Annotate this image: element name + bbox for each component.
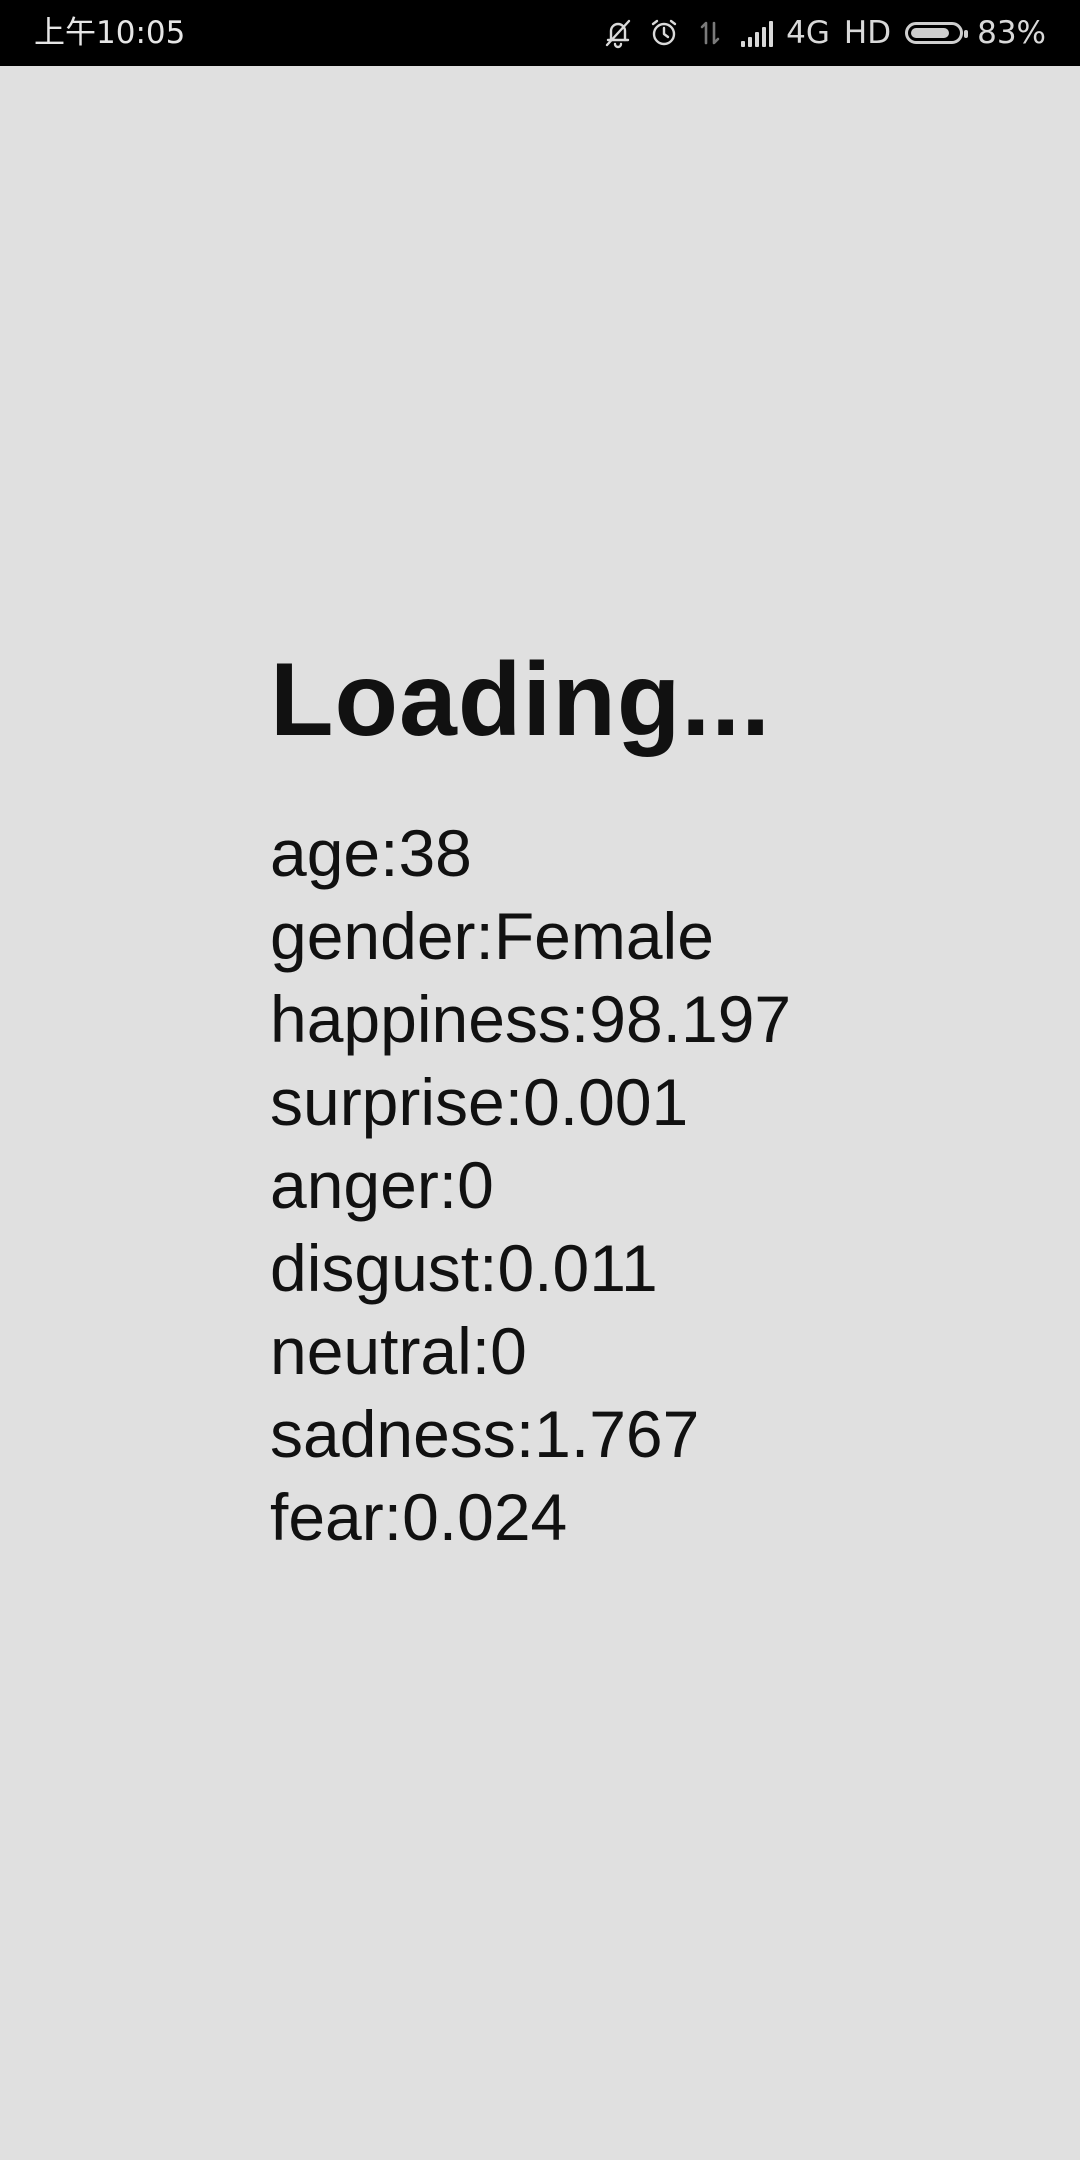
loading-title: Loading... <box>270 642 772 758</box>
signal-icon <box>740 17 774 49</box>
status-bar: 上午10:05 4G HD 83% <box>0 0 1080 66</box>
alarm-icon <box>648 17 680 49</box>
battery-fill <box>911 28 950 38</box>
results-panel: Loading... age:38 gender:Female happines… <box>270 640 1030 1559</box>
stats-list: age:38 gender:Female happiness:98.197 su… <box>270 812 1030 1559</box>
stat-age: age:38 <box>270 816 472 890</box>
status-icons: 4G HD 83% <box>602 10 1046 56</box>
stat-anger: anger:0 <box>270 1148 494 1222</box>
hd-label: HD <box>843 15 892 51</box>
stat-neutral: neutral:0 <box>270 1314 527 1388</box>
battery-indicator: 83% <box>905 15 1046 51</box>
status-time: 上午10:05 <box>34 15 186 51</box>
network-type-label: 4G <box>786 15 830 51</box>
data-transfer-icon <box>694 17 726 49</box>
battery-percent: 83% <box>977 15 1046 51</box>
stat-gender: gender:Female <box>270 899 714 973</box>
stat-surprise: surprise:0.001 <box>270 1065 689 1139</box>
stat-disgust: disgust:0.011 <box>270 1231 658 1305</box>
battery-icon <box>905 22 969 44</box>
stat-sadness: sadness:1.767 <box>270 1397 700 1471</box>
stat-fear: fear:0.024 <box>270 1480 568 1554</box>
battery-tip <box>964 30 969 38</box>
stat-happiness: happiness:98.197 <box>270 982 792 1056</box>
bell-off-icon <box>602 17 634 49</box>
